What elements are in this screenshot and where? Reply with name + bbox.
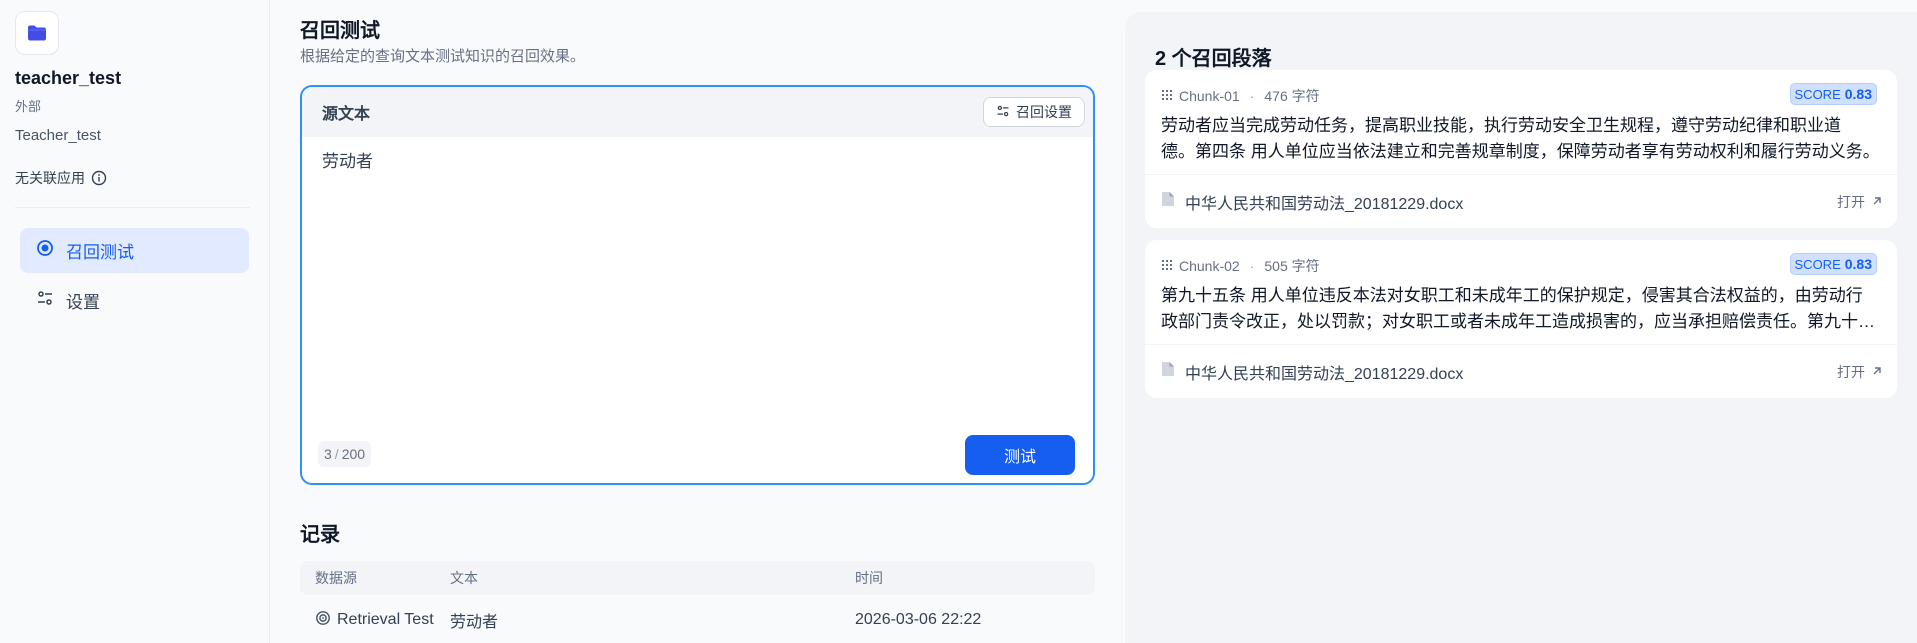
query-textarea[interactable]: 劳动者 (322, 147, 373, 172)
dataset-type: 外部 (15, 99, 42, 114)
sidebar: teacher_test 外部 Teacher_test 无关联应用 召回测试 … (0, 0, 270, 643)
chunk-id: Chunk-02 (1179, 258, 1240, 274)
nav-label: 召回测试 (66, 243, 134, 262)
records-title: 记录 (300, 524, 340, 546)
open-label: 打开 (1837, 363, 1865, 380)
settings-sliders-icon (36, 289, 54, 312)
main-panel: 召回测试 根据给定的查询文本测试知识的召回效果。 源文本 召回设置 劳动者 3 … (270, 0, 1125, 643)
grid-dots-icon (1161, 258, 1173, 274)
table-header: 数据源 文本 时间 (300, 561, 1095, 595)
chunk-card[interactable]: Chunk-02 · 505 字符 SCORE 0.83 第九十五条 用人单位违… (1145, 240, 1897, 398)
results-title: 2 个召回段落 (1155, 48, 1272, 70)
column-header: 时间 (855, 570, 883, 586)
nav-item-settings[interactable]: 设置 (20, 278, 249, 323)
chunk-line: 德。第四条 用人单位应当依法建立和完善规章制度，保障劳动者享有劳动权利和履行劳动… (1161, 142, 1880, 161)
linked-apps: 无关联应用 (15, 168, 107, 188)
column-header: 文本 (450, 570, 478, 586)
nav-label: 设置 (66, 293, 100, 312)
chunk-card[interactable]: Chunk-01 · 476 字符 SCORE 0.83 劳动者应当完成劳动任务… (1145, 70, 1897, 228)
chunk-meta: Chunk-01 · 476 字符 (1161, 86, 1320, 106)
arrow-up-right-icon (1871, 364, 1883, 380)
dataset-folder-icon (15, 11, 59, 55)
score-label: SCORE (1794, 256, 1841, 272)
query-header: 源文本 召回设置 (302, 87, 1093, 137)
info-icon[interactable] (91, 170, 107, 186)
record-source: Retrieval Test (337, 611, 434, 628)
chunk-chars: 505 字符 (1264, 258, 1320, 274)
linked-apps-label: 无关联应用 (15, 170, 85, 186)
target-icon (36, 239, 54, 262)
document-name-label: 中华人民共和国劳动法_20181229.docx (1185, 195, 1464, 213)
char-max: 200 (341, 446, 366, 462)
test-button[interactable]: 测试 (965, 435, 1075, 475)
dataset-description: Teacher_test (15, 127, 101, 144)
document-name: 中华人民共和国劳动法_20181229.docx (1161, 360, 1463, 384)
results-panel: 2 个召回段落 Chunk-01 · 476 字符 SCORE 0.83 劳动者… (1125, 12, 1917, 643)
chunk-footer: 中华人民共和国劳动法_20181229.docx 打开 (1145, 174, 1897, 228)
query-input-box[interactable]: 源文本 召回设置 劳动者 3 / 200 测试 (300, 85, 1095, 485)
score-badge: SCORE 0.83 (1789, 83, 1877, 105)
target-icon (315, 610, 331, 631)
table-row[interactable]: Retrieval Test 劳动者 2026-03-06 22:22 (300, 595, 1095, 643)
chunk-line: 劳动者应当完成劳动任务，提高职业技能，执行劳动安全卫生规程，遵守劳动纪律和职业道 (1161, 116, 1841, 135)
chunk-line: 第九十五条 用人单位违反本法对女职工和未成年工的保护规定，侵害其合法权益的，由劳… (1161, 286, 1863, 305)
sidebar-divider (15, 207, 250, 208)
score-label: SCORE (1794, 86, 1841, 102)
retrieval-settings-button[interactable]: 召回设置 (983, 97, 1085, 127)
record-time: 2026-03-06 22:22 (855, 611, 982, 628)
page-title: 召回测试 (300, 20, 380, 42)
records-table: 数据源 文本 时间 Retrieval Test 劳动者 2026-03-06 … (300, 561, 1095, 643)
page-subtitle: 根据给定的查询文本测试知识的召回效果。 (300, 48, 586, 65)
file-icon (1161, 191, 1175, 212)
file-icon (1161, 361, 1175, 382)
score-badge: SCORE 0.83 (1789, 253, 1877, 275)
nav-item-retrieval-test[interactable]: 召回测试 (20, 228, 249, 273)
document-name: 中华人民共和国劳动法_20181229.docx (1161, 190, 1463, 214)
score-value: 0.83 (1844, 256, 1872, 272)
column-header: 数据源 (315, 570, 357, 586)
grid-dots-icon (1161, 88, 1173, 104)
chunk-footer: 中华人民共和国劳动法_20181229.docx 打开 (1145, 344, 1897, 398)
document-name-label: 中华人民共和国劳动法_20181229.docx (1185, 365, 1464, 383)
record-text: 劳动者 (450, 614, 499, 631)
dataset-name: teacher_test (15, 68, 122, 88)
chunk-line: 政部门责令改正，处以罚款；对女职工或者未成年工造成损害的，应当承担赔偿责任。第九… (1161, 312, 1885, 331)
chunk-content: 劳动者应当完成劳动任务，提高职业技能，执行劳动安全卫生规程，遵守劳动纪律和职业道… (1161, 113, 1885, 165)
chunk-content: 第九十五条 用人单位违反本法对女职工和未成年工的保护规定，侵害其合法权益的，由劳… (1161, 283, 1885, 335)
source-text-label: 源文本 (322, 106, 371, 123)
retrieval-settings-label: 召回设置 (1016, 104, 1072, 120)
char-count-badge: 3 / 200 (318, 441, 372, 467)
open-document-link[interactable]: 打开 (1837, 192, 1883, 212)
char-count: 3 (324, 446, 332, 462)
open-document-link[interactable]: 打开 (1837, 362, 1883, 382)
chunk-id: Chunk-01 (1179, 88, 1240, 104)
settings-sliders-icon (996, 104, 1010, 121)
chunk-meta: Chunk-02 · 505 字符 (1161, 256, 1320, 276)
chunk-chars: 476 字符 (1264, 88, 1320, 104)
arrow-up-right-icon (1871, 194, 1883, 210)
score-value: 0.83 (1844, 86, 1872, 102)
open-label: 打开 (1837, 193, 1865, 210)
